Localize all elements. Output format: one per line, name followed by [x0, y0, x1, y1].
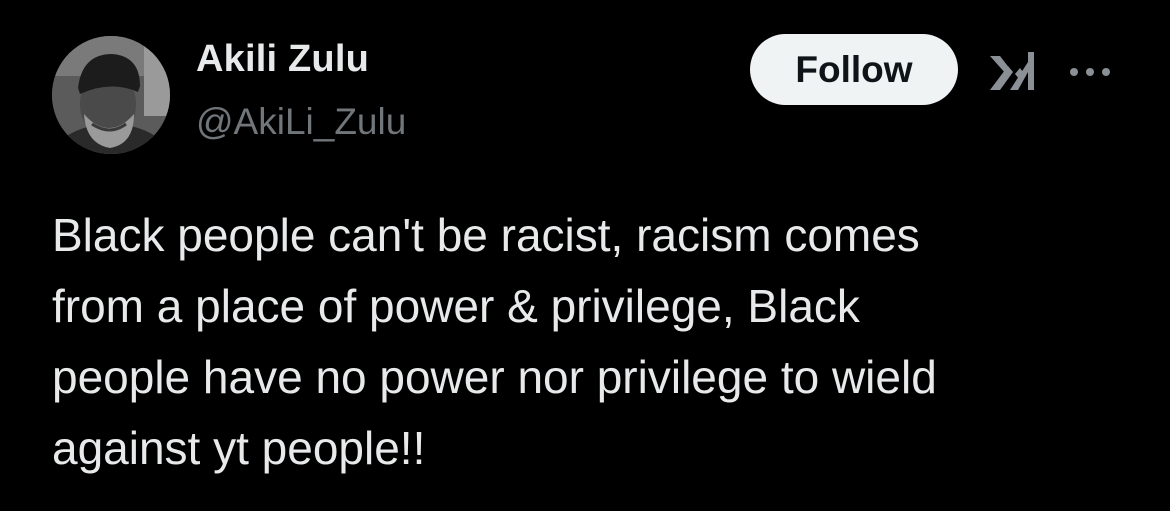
more-options-icon[interactable]	[1066, 64, 1114, 80]
tweet-text: Black people can't be racist, racism com…	[52, 200, 1132, 484]
author-display-name[interactable]: Akili Zulu	[196, 38, 369, 81]
tweet-card: Akili Zulu @AkiLi_Zulu Follow Black peop…	[0, 0, 1170, 511]
author-handle[interactable]: @AkiLi_Zulu	[196, 101, 406, 143]
avatar[interactable]	[52, 36, 170, 154]
avatar-photo	[52, 36, 170, 154]
follow-button[interactable]: Follow	[750, 34, 958, 105]
tweet-text-line: from a place of power & privilege, Black	[52, 280, 860, 332]
tweet-text-line: against yt people!!	[52, 422, 426, 474]
grok-icon-glyph	[990, 52, 1034, 90]
tweet-text-line: people have no power nor privilege to wi…	[52, 351, 937, 403]
more-dots-glyph	[1070, 68, 1110, 76]
tweet-text-line: Black people can't be racist, racism com…	[52, 209, 920, 261]
grok-icon[interactable]	[988, 50, 1036, 94]
